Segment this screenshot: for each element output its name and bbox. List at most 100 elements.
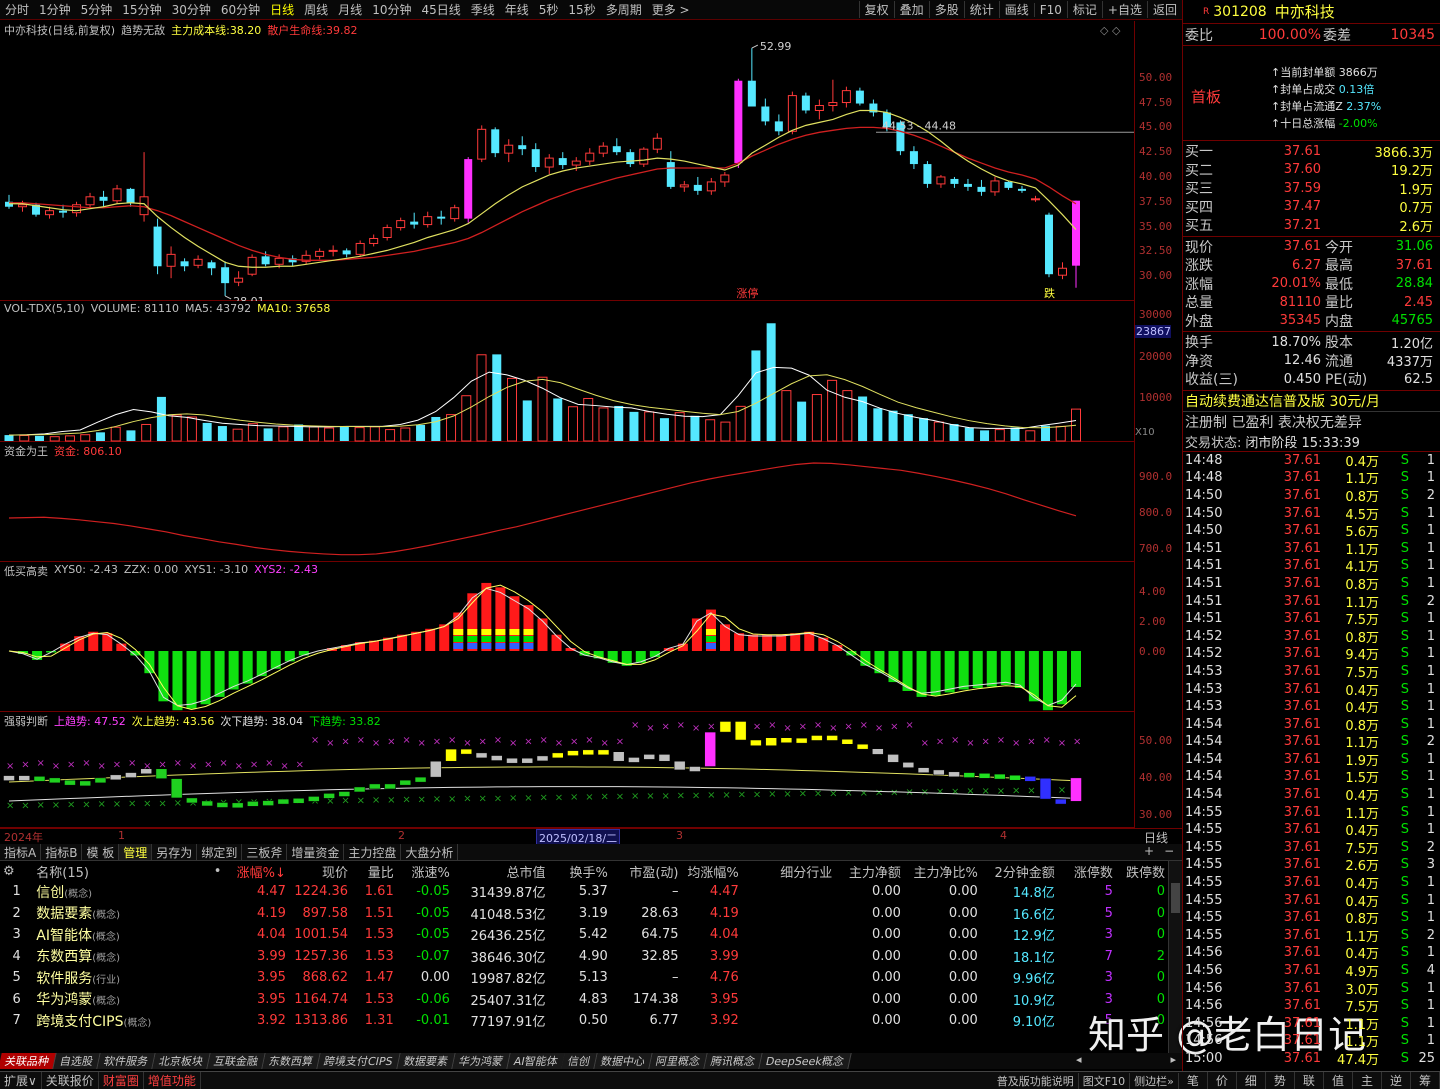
table-row[interactable]: 4 东数西算(概念) 3.99 1257.36 1.53 -0.07 38646.30亿 4.… — [0, 946, 1168, 968]
toolbar-button-1[interactable]: 叠加 — [893, 1, 929, 18]
tab-2[interactable]: 模 板 — [82, 844, 120, 860]
trend-panel[interactable]: 强弱判断 上趋势: 47.52 次上趋势: 43.56 次下趋势: 38.04 … — [0, 712, 1134, 828]
sector-name[interactable]: 跨境支付CIPS(概念) — [33, 1010, 179, 1032]
sector-name[interactable]: 华为鸿蒙(概念) — [33, 989, 179, 1011]
bottom-tab-3[interactable]: 北京板块 — [152, 1053, 211, 1069]
period-13[interactable]: 5秒 — [534, 1, 564, 18]
period-12[interactable]: 年线 — [500, 1, 534, 18]
sector-name[interactable]: 软件服务(行业) — [33, 967, 179, 989]
bottom-tab-9[interactable]: AI智能体 — [506, 1053, 566, 1069]
col-header-16[interactable]: 跌停数 — [1116, 861, 1168, 881]
bottom-tab-0[interactable]: 关联品种 — [0, 1053, 57, 1069]
col-header-5[interactable]: 量比 — [351, 861, 397, 881]
scroll-left-icon[interactable]: ◂ — [1076, 1053, 1082, 1069]
table-row[interactable]: 1 信创(概念) 4.47 1224.36 1.61 -0.05 31439.87亿 5.37… — [0, 881, 1168, 903]
col-header-11[interactable]: 细分行业 — [742, 861, 836, 881]
status-item-3[interactable]: 增值功能 — [144, 1072, 201, 1089]
status-right-4[interactable]: 价 — [1208, 1072, 1237, 1089]
bottom-tab-10[interactable]: 信创 — [561, 1053, 599, 1069]
col-header-9[interactable]: 市盈(动) — [611, 861, 682, 881]
period-0[interactable]: 分时 — [0, 1, 34, 18]
period-2[interactable]: 5分钟 — [76, 1, 118, 18]
status-right-8[interactable]: 值 — [1324, 1072, 1353, 1089]
ad-line-1[interactable]: 自动续费通达信普及版 30元/月 — [1183, 391, 1440, 412]
period-9[interactable]: 10分钟 — [367, 1, 416, 18]
period-3[interactable]: 15分钟 — [117, 1, 166, 18]
status-item-0[interactable]: 扩展∨ — [0, 1072, 42, 1089]
status-right-10[interactable]: 逆 — [1382, 1072, 1411, 1089]
col-header-4[interactable]: 现价 — [289, 861, 351, 881]
status-right-1[interactable]: 图文F10 — [1079, 1072, 1131, 1089]
period-15[interactable]: 多周期 — [601, 1, 647, 18]
dmgm-panel[interactable]: 低买高卖 XYS0: -2.43 ZZX: 0.00 XYS1: -3.10 X… — [0, 562, 1134, 712]
period-1[interactable]: 1分钟 — [34, 1, 76, 18]
status-right-6[interactable]: 势 — [1266, 1072, 1295, 1089]
bottom-tab-12[interactable]: 阿里概念 — [649, 1053, 709, 1069]
tab-0[interactable]: 指标A — [0, 844, 42, 860]
col-header-8[interactable]: 换手% — [548, 861, 610, 881]
toolbar-button-2[interactable]: 多股 — [928, 1, 964, 18]
toolbar-button-4[interactable]: 画线 — [998, 1, 1034, 18]
sector-name[interactable]: AI智能体(概念) — [33, 924, 179, 946]
toolbar-button-5[interactable]: F10 — [1033, 2, 1067, 17]
status-right-5[interactable]: 细 — [1237, 1072, 1266, 1089]
tab-8[interactable]: 主力控盘 — [344, 844, 402, 860]
col-header-3[interactable]: 涨幅%↓ — [224, 861, 288, 881]
sector-name[interactable]: 东数西算(概念) — [33, 946, 179, 968]
status-right-7[interactable]: 联 — [1295, 1072, 1324, 1089]
toolbar-button-0[interactable]: 复权 — [858, 1, 894, 18]
tab-9[interactable]: 大盘分析 — [401, 844, 459, 860]
tab-6[interactable]: 三板斧 — [242, 844, 288, 860]
tab-3[interactable]: 管理 — [119, 844, 153, 860]
toolbar-button-7[interactable]: +自选 — [1101, 1, 1147, 18]
status-right-2[interactable]: 侧边栏» — [1130, 1072, 1179, 1089]
status-item-2[interactable]: 财富圈 — [99, 1072, 144, 1089]
col-header-7[interactable]: 总市值 — [453, 861, 549, 881]
col-header-2[interactable]: • — [179, 861, 225, 881]
volume-panel[interactable]: VOL-TDX(5,10) VOLUME: 81110 MA5: 43792 M… — [0, 301, 1134, 442]
period-6[interactable]: 日线 — [265, 1, 299, 18]
col-header-13[interactable]: 主力净比% — [904, 861, 981, 881]
tab-5[interactable]: 绑定到 — [197, 844, 243, 860]
table-row[interactable]: 2 数据要素(概念) 4.19 897.58 1.51 -0.05 41048.53亿 3.1… — [0, 903, 1168, 925]
tab-4[interactable]: 另存为 — [152, 844, 198, 860]
col-header-15[interactable]: 涨停数 — [1058, 861, 1116, 881]
col-header-12[interactable]: 主力净额 — [835, 861, 904, 881]
bottom-tab-13[interactable]: 腾讯概念 — [704, 1053, 764, 1069]
period-8[interactable]: 月线 — [333, 1, 367, 18]
bottom-tab-1[interactable]: 自选股 — [53, 1053, 101, 1069]
col-header-10[interactable]: 均涨幅% — [682, 861, 742, 881]
collapse-icon[interactable]: − — [1164, 844, 1174, 861]
bottom-tab-5[interactable]: 东数西算 — [262, 1053, 321, 1069]
bottom-tab-2[interactable]: 软件服务 — [97, 1053, 156, 1069]
col-header-1[interactable]: 名称(15) — [33, 861, 179, 881]
table-row[interactable]: 7 跨境支付CIPS(概念) 3.92 1313.86 1.31 -0.01 77197.9… — [0, 1010, 1168, 1032]
table-row[interactable]: 3 AI智能体(概念) 4.04 1001.54 1.53 -0.05 26436.25亿 5… — [0, 924, 1168, 946]
col-header-14[interactable]: 2分钟金额 — [981, 861, 1058, 881]
bottom-tab-7[interactable]: 数据要素 — [396, 1053, 456, 1069]
period-7[interactable]: 周线 — [299, 1, 333, 18]
tab-1[interactable]: 指标B — [41, 844, 83, 860]
toolbar-button-6[interactable]: 标记 — [1066, 1, 1102, 18]
add-icon[interactable]: + — [1144, 844, 1154, 861]
bottom-tab-4[interactable]: 互联金融 — [207, 1053, 266, 1069]
sector-name[interactable]: 信创(概念) — [33, 881, 179, 903]
period-10[interactable]: 45日线 — [416, 1, 465, 18]
col-header-6[interactable]: 涨速% — [397, 861, 453, 881]
toolbar-button-8[interactable]: 返回 — [1146, 1, 1182, 18]
status-right-11[interactable]: 筹 — [1411, 1072, 1440, 1089]
status-item-1[interactable]: 关联报价 — [42, 1072, 99, 1089]
period-11[interactable]: 季线 — [466, 1, 500, 18]
bottom-tab-11[interactable]: 数据中心 — [594, 1053, 654, 1069]
tab-7[interactable]: 增量资金 — [287, 844, 345, 860]
table-row[interactable]: 5 软件服务(行业) 3.95 868.62 1.47 0.00 19987.82亿 5.13… — [0, 967, 1168, 989]
candle-panel[interactable]: 中亦科技(日线,前复权) 趋势无敌 主力成本线:38.20 散户生命线:39.8… — [0, 21, 1134, 301]
fund-panel[interactable]: 资金为王 资金: 806.10 — [0, 442, 1134, 562]
period-16[interactable]: 更多 > — [647, 1, 695, 18]
status-right-3[interactable]: 笔 — [1179, 1072, 1208, 1089]
sector-name[interactable]: 数据要素(概念) — [33, 903, 179, 925]
bottom-tab-14[interactable]: DeepSeek概念 — [759, 1053, 852, 1069]
toolbar-button-3[interactable]: 统计 — [963, 1, 999, 18]
bottom-tab-8[interactable]: 华为鸿蒙 — [451, 1053, 511, 1069]
status-right-9[interactable]: 主 — [1353, 1072, 1382, 1089]
